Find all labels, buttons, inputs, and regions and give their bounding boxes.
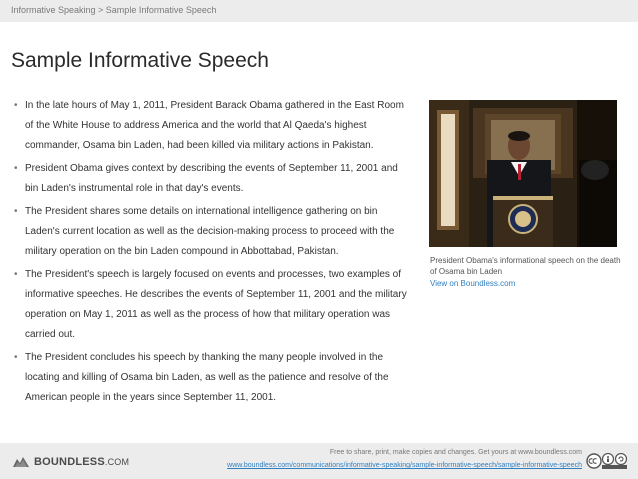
bullet-glyph: •	[14, 206, 18, 217]
image-caption: President Obama's informational speech o…	[430, 256, 621, 276]
footer: BOUNDLESS.COM Free to share, print, make…	[0, 443, 638, 479]
list-item: • The President shares some details on in…	[11, 202, 411, 262]
list-item: • The President concludes his speech by t…	[11, 348, 411, 408]
logo-suffix: .COM	[104, 457, 130, 467]
view-on-boundless-link[interactable]: View on Boundless.com	[430, 278, 625, 289]
speech-photo-illustration	[429, 100, 617, 247]
list-item: • President Obama gives context by descri…	[11, 159, 411, 199]
top-bar: Informative Speaking > Sample Informativ…	[0, 0, 638, 22]
page-title: Sample Informative Speech	[11, 49, 269, 72]
bullet-text: The President's speech is largely focuse…	[25, 269, 407, 340]
list-item: • In the late hours of May 1, 2011, Presi…	[11, 96, 411, 156]
boundless-logo[interactable]: BOUNDLESS.COM	[12, 455, 129, 469]
bullet-glyph: •	[14, 100, 18, 111]
bullet-text: In the late hours of May 1, 2011, Presid…	[25, 100, 404, 151]
breadcrumb[interactable]: Informative Speaking > Sample Informativ…	[11, 5, 216, 15]
bullet-text: The President concludes his speech by th…	[25, 352, 389, 403]
boundless-logo-text: BOUNDLESS.COM	[34, 456, 129, 468]
bullet-text: President Obama gives context by describ…	[25, 163, 398, 194]
bullet-text: The President shares some details on int…	[25, 206, 395, 257]
cc-by-sa-icon[interactable]	[586, 453, 628, 469]
image-caption-block: President Obama's informational speech o…	[430, 255, 625, 289]
bullet-list: • In the late hours of May 1, 2011, Presi…	[11, 96, 411, 411]
speech-photo	[429, 100, 617, 247]
bullet-glyph: •	[14, 269, 18, 280]
logo-main: BOUNDLESS	[34, 456, 105, 468]
bullet-glyph: •	[14, 163, 18, 174]
bullet-glyph: •	[14, 352, 18, 363]
footer-url-link[interactable]: www.boundless.com/communications/informa…	[227, 462, 582, 469]
footer-notice: Free to share, print, make copies and ch…	[329, 449, 582, 456]
list-item: • The President's speech is largely focus…	[11, 265, 411, 345]
boundless-logo-icon	[13, 457, 29, 467]
